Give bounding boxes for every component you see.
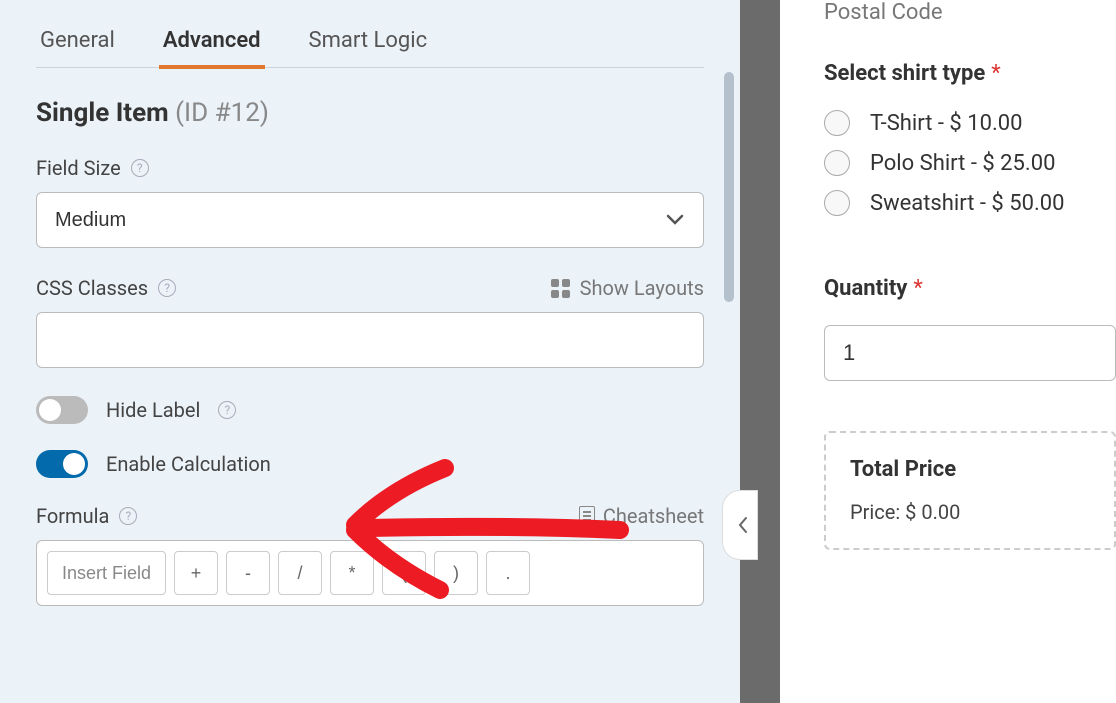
document-icon	[579, 506, 595, 526]
radio-polo[interactable]: Polo Shirt - $ 25.00	[824, 150, 1116, 176]
field-size-label: Field Size	[36, 156, 121, 180]
tab-advanced[interactable]: Advanced	[159, 20, 265, 69]
section-title: Single Item (ID #12)	[36, 98, 704, 128]
cheatsheet-label: Cheatsheet	[603, 504, 704, 528]
quantity-label: Quantity*	[824, 276, 1116, 301]
css-classes-input[interactable]	[36, 312, 704, 368]
op-divide-button[interactable]: /	[278, 551, 322, 595]
help-icon[interactable]: ?	[218, 401, 236, 419]
help-icon[interactable]: ?	[131, 159, 149, 177]
op-minus-button[interactable]: -	[226, 551, 270, 595]
chevron-left-icon	[737, 515, 749, 535]
total-price: Price: $ 0.00	[850, 500, 1090, 524]
radio-icon	[824, 150, 850, 176]
section-id: (ID #12)	[175, 98, 269, 128]
field-size-select[interactable]: Medium	[36, 192, 704, 248]
preview-panel: Postal Code Select shirt type* T-Shirt -…	[780, 0, 1116, 703]
show-layouts-button[interactable]: Show Layouts	[551, 276, 704, 300]
radio-icon	[824, 190, 850, 216]
radio-label: T-Shirt - $ 10.00	[870, 111, 1023, 136]
hide-label-toggle[interactable]	[36, 396, 88, 424]
section-name: Single Item	[36, 98, 169, 128]
hide-label-text: Hide Label	[106, 398, 200, 422]
tab-smart-logic[interactable]: Smart Logic	[305, 20, 432, 67]
radio-tshirt[interactable]: T-Shirt - $ 10.00	[824, 110, 1116, 136]
help-icon[interactable]: ?	[158, 279, 176, 297]
collapse-panel-button[interactable]	[722, 490, 758, 560]
op-plus-button[interactable]: +	[174, 551, 218, 595]
tabs: General Advanced Smart Logic	[36, 0, 704, 68]
formula-toolbar: Insert Field + - / * ( ) .	[36, 540, 704, 606]
grid-icon	[551, 279, 570, 298]
radio-label: Polo Shirt - $ 25.00	[870, 151, 1055, 176]
settings-panel: General Advanced Smart Logic Single Item…	[0, 0, 740, 703]
formula-label: Formula	[36, 504, 109, 528]
op-rparen-button[interactable]: )	[434, 551, 478, 595]
show-layouts-label: Show Layouts	[580, 276, 704, 300]
enable-calculation-text: Enable Calculation	[106, 452, 271, 476]
postal-code-label: Postal Code	[824, 0, 1116, 25]
insert-field-button[interactable]: Insert Field	[47, 551, 166, 595]
radio-label: Sweatshirt - $ 50.00	[870, 191, 1065, 216]
total-title: Total Price	[850, 457, 1090, 482]
op-dot-button[interactable]: .	[486, 551, 530, 595]
panel-divider	[740, 0, 780, 703]
op-lparen-button[interactable]: (	[382, 551, 426, 595]
shirt-type-label: Select shirt type*	[824, 61, 1116, 86]
cheatsheet-link[interactable]: Cheatsheet	[579, 504, 704, 528]
shirt-type-options: T-Shirt - $ 10.00 Polo Shirt - $ 25.00 S…	[824, 110, 1116, 216]
radio-icon	[824, 110, 850, 136]
radio-sweatshirt[interactable]: Sweatshirt - $ 50.00	[824, 190, 1116, 216]
quantity-input[interactable]	[824, 325, 1116, 381]
total-price-box: Total Price Price: $ 0.00	[824, 431, 1116, 550]
tab-general[interactable]: General	[36, 20, 119, 67]
op-multiply-button[interactable]: *	[330, 551, 374, 595]
css-classes-label: CSS Classes	[36, 276, 148, 300]
help-icon[interactable]: ?	[119, 507, 137, 525]
scrollbar[interactable]	[724, 72, 734, 302]
enable-calculation-toggle[interactable]	[36, 450, 88, 478]
